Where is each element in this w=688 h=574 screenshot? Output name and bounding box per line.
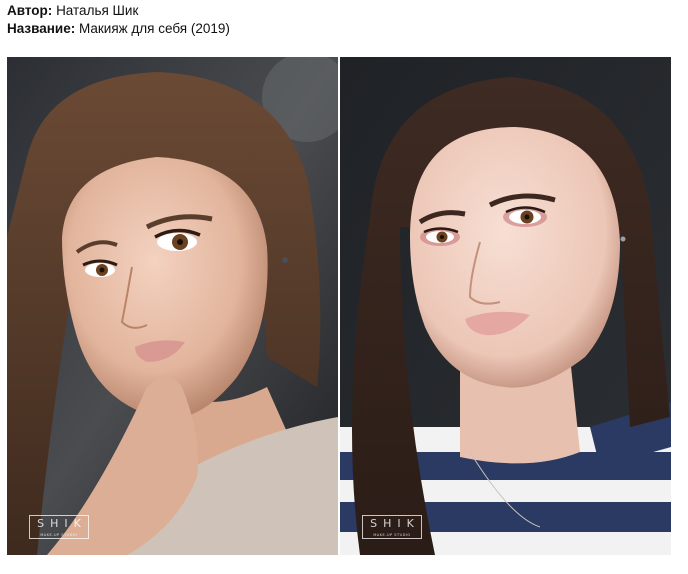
studio-watermark: SHIK MAKE-UP STUDIO bbox=[29, 515, 89, 539]
author-label: Автор: bbox=[7, 3, 53, 18]
metadata: Автор: Наталья Шик Название: Макияж для … bbox=[7, 2, 230, 38]
portrait-photo-left: SHIK MAKE-UP STUDIO bbox=[7, 57, 338, 555]
title-value: Макияж для себя (2019) bbox=[78, 21, 230, 36]
title-label: Название: bbox=[7, 21, 76, 36]
title-row: Название: Макияж для себя (2019) bbox=[7, 20, 230, 38]
portrait-left-image bbox=[7, 57, 338, 555]
author-value: Наталья Шик bbox=[56, 3, 139, 18]
photo-pair: SHIK MAKE-UP STUDIO SHIK MAKE-UP STUDIO bbox=[7, 57, 671, 555]
portrait-photo-right: SHIK MAKE-UP STUDIO bbox=[340, 57, 671, 555]
author-row: Автор: Наталья Шик bbox=[7, 2, 230, 20]
portrait-right-image bbox=[340, 57, 671, 555]
studio-watermark: SHIK MAKE-UP STUDIO bbox=[362, 515, 422, 539]
